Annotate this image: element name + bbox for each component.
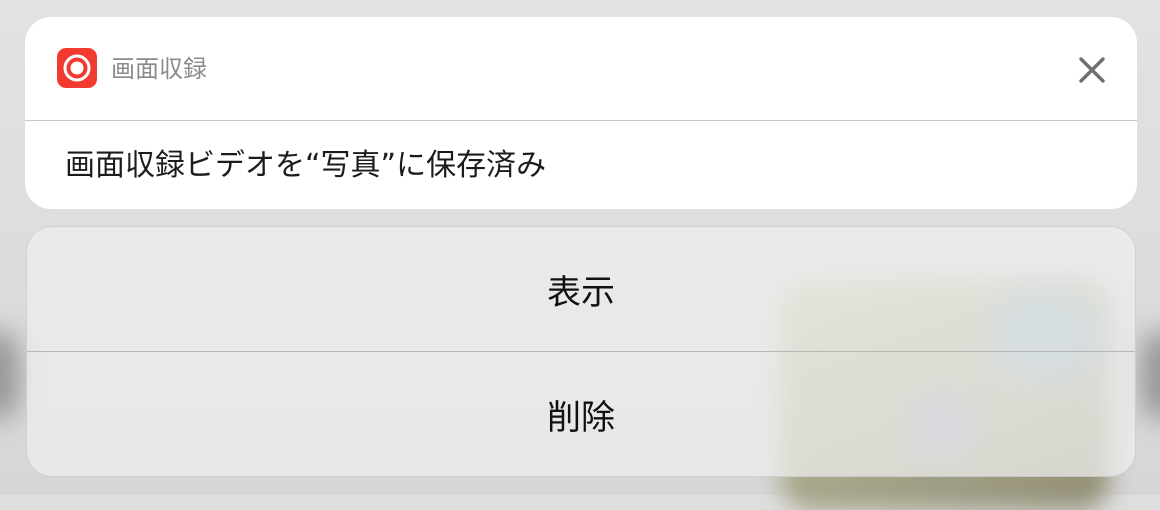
close-button[interactable] xyxy=(1073,51,1111,89)
close-icon xyxy=(1079,57,1105,83)
blurred-edge-left xyxy=(0,330,20,420)
delete-button[interactable]: 削除 xyxy=(27,352,1135,476)
app-name: 画面収録 xyxy=(111,55,207,83)
action-sheet: 表示 削除 xyxy=(26,226,1136,477)
record-glyph-icon xyxy=(63,54,91,82)
notification-header: 画面収録 xyxy=(25,17,1137,120)
notification-card[interactable]: 画面収録 画面収録ビデオを“写真”に保存済み xyxy=(25,17,1137,209)
screen-recording-icon xyxy=(57,48,97,88)
notification-divider xyxy=(25,120,1137,121)
notification-message: 画面収録ビデオを“写真”に保存済み xyxy=(65,148,547,183)
blurred-edge-right xyxy=(1140,330,1160,420)
view-button[interactable]: 表示 xyxy=(27,227,1135,351)
